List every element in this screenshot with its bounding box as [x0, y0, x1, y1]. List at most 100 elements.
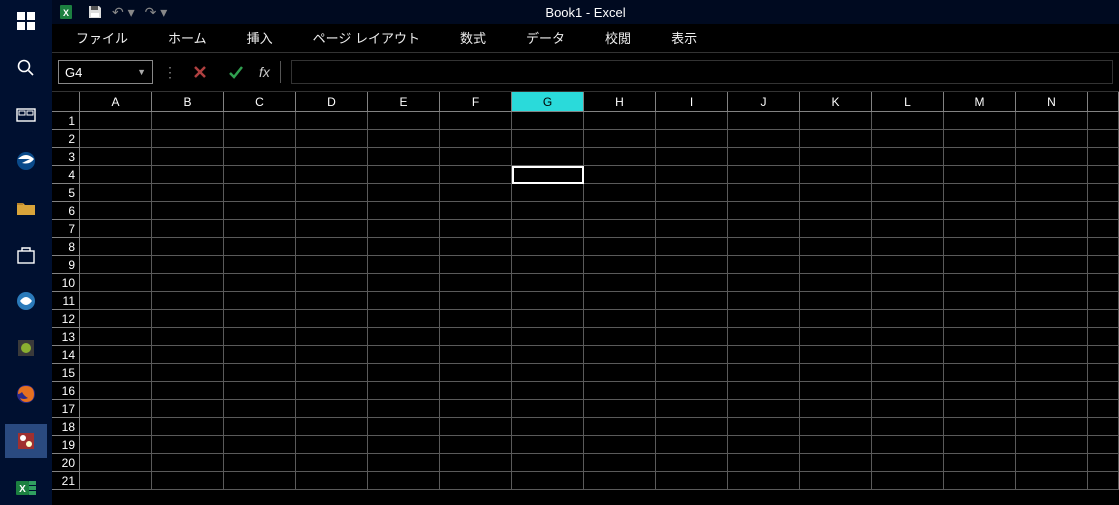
cell-B16[interactable]	[152, 382, 224, 400]
cell-F20[interactable]	[440, 454, 512, 472]
row-header-7[interactable]: 7	[52, 220, 80, 238]
cell-F18[interactable]	[440, 418, 512, 436]
cell-B4[interactable]	[152, 166, 224, 184]
cell-D18[interactable]	[296, 418, 368, 436]
cell-N11[interactable]	[1016, 292, 1088, 310]
cell-I12[interactable]	[656, 310, 728, 328]
cell-N18[interactable]	[1016, 418, 1088, 436]
cell-H18[interactable]	[584, 418, 656, 436]
cell-K4[interactable]	[800, 166, 872, 184]
cell-G15[interactable]	[512, 364, 584, 382]
cell-L5[interactable]	[872, 184, 944, 202]
cell-C12[interactable]	[224, 310, 296, 328]
cell-F5[interactable]	[440, 184, 512, 202]
cell-D13[interactable]	[296, 328, 368, 346]
edge-icon[interactable]	[5, 144, 47, 179]
cell-E13[interactable]	[368, 328, 440, 346]
cell-J4[interactable]	[728, 166, 800, 184]
cell-H9[interactable]	[584, 256, 656, 274]
cell-M13[interactable]	[944, 328, 1016, 346]
app-icon-1[interactable]	[5, 284, 47, 319]
cell-L15[interactable]	[872, 364, 944, 382]
cell-F15[interactable]	[440, 364, 512, 382]
row-header-9[interactable]: 9	[52, 256, 80, 274]
cell-M16[interactable]	[944, 382, 1016, 400]
row-header-1[interactable]: 1	[52, 112, 80, 130]
cell-C10[interactable]	[224, 274, 296, 292]
cell-E21[interactable]	[368, 472, 440, 490]
tab-home[interactable]: ホーム	[162, 26, 213, 49]
tab-pagelayout[interactable]: ページ レイアウト	[307, 26, 426, 49]
cell-F10[interactable]	[440, 274, 512, 292]
cell-G9[interactable]	[512, 256, 584, 274]
column-header-L[interactable]: L	[872, 92, 944, 112]
cell-B15[interactable]	[152, 364, 224, 382]
cell-J7[interactable]	[728, 220, 800, 238]
redo-icon[interactable]: ↷ ▾	[145, 4, 168, 21]
cell-L4[interactable]	[872, 166, 944, 184]
cell-D4[interactable]	[296, 166, 368, 184]
cell-G14[interactable]	[512, 346, 584, 364]
column-header-D[interactable]: D	[296, 92, 368, 112]
cell-L12[interactable]	[872, 310, 944, 328]
app-icon-2[interactable]	[5, 330, 47, 365]
cell-H8[interactable]	[584, 238, 656, 256]
cell-B18[interactable]	[152, 418, 224, 436]
cell-D6[interactable]	[296, 202, 368, 220]
cell-L2[interactable]	[872, 130, 944, 148]
cell-M21[interactable]	[944, 472, 1016, 490]
cell-L3[interactable]	[872, 148, 944, 166]
row-header-8[interactable]: 8	[52, 238, 80, 256]
cell-N9[interactable]	[1016, 256, 1088, 274]
cell-H10[interactable]	[584, 274, 656, 292]
cell-L16[interactable]	[872, 382, 944, 400]
cell-F12[interactable]	[440, 310, 512, 328]
cell-H4[interactable]	[584, 166, 656, 184]
cell-G7[interactable]	[512, 220, 584, 238]
cell-B5[interactable]	[152, 184, 224, 202]
fx-button[interactable]: fx	[259, 61, 281, 83]
cell-E8[interactable]	[368, 238, 440, 256]
cell-F6[interactable]	[440, 202, 512, 220]
cell-E11[interactable]	[368, 292, 440, 310]
cell-G17[interactable]	[512, 400, 584, 418]
fileexplorer-icon[interactable]	[5, 191, 47, 226]
cell-N1[interactable]	[1016, 112, 1088, 130]
cell-L17[interactable]	[872, 400, 944, 418]
firefox-icon[interactable]	[5, 377, 47, 412]
cell-L6[interactable]	[872, 202, 944, 220]
cell-D5[interactable]	[296, 184, 368, 202]
cell-G18[interactable]	[512, 418, 584, 436]
save-icon[interactable]	[88, 5, 102, 19]
cell-L14[interactable]	[872, 346, 944, 364]
cell-I20[interactable]	[656, 454, 728, 472]
cell-B20[interactable]	[152, 454, 224, 472]
cell-J20[interactable]	[728, 454, 800, 472]
cell-A15[interactable]	[80, 364, 152, 382]
cell-C6[interactable]	[224, 202, 296, 220]
cell-M15[interactable]	[944, 364, 1016, 382]
cell-L18[interactable]	[872, 418, 944, 436]
cell-J13[interactable]	[728, 328, 800, 346]
cell-F21[interactable]	[440, 472, 512, 490]
cell-E3[interactable]	[368, 148, 440, 166]
cell-G10[interactable]	[512, 274, 584, 292]
cell-I8[interactable]	[656, 238, 728, 256]
cell-C19[interactable]	[224, 436, 296, 454]
cell-E5[interactable]	[368, 184, 440, 202]
cell-M4[interactable]	[944, 166, 1016, 184]
cell-H14[interactable]	[584, 346, 656, 364]
cell-B21[interactable]	[152, 472, 224, 490]
cell-J15[interactable]	[728, 364, 800, 382]
cell-M10[interactable]	[944, 274, 1016, 292]
tab-formulas[interactable]: 数式	[454, 26, 492, 49]
cell-G20[interactable]	[512, 454, 584, 472]
cell-J11[interactable]	[728, 292, 800, 310]
row-header-20[interactable]: 20	[52, 454, 80, 472]
cell-G12[interactable]	[512, 310, 584, 328]
cell-B9[interactable]	[152, 256, 224, 274]
cell-H12[interactable]	[584, 310, 656, 328]
cell-A19[interactable]	[80, 436, 152, 454]
cell-M3[interactable]	[944, 148, 1016, 166]
cell-N2[interactable]	[1016, 130, 1088, 148]
